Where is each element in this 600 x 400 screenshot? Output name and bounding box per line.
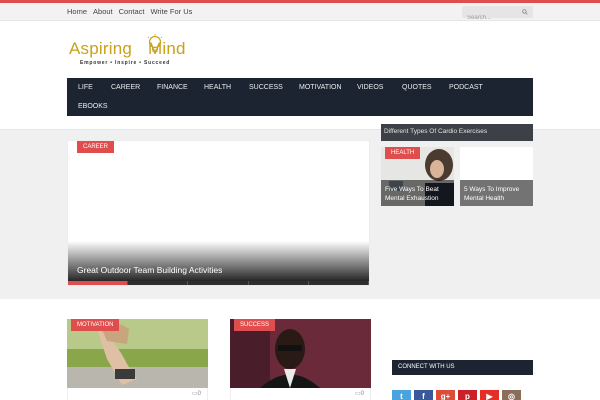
main-nav: LIFE CAREER FINANCE HEALTH SUCCESS MOTIV…	[67, 78, 533, 116]
nav-success[interactable]: SUCCESS	[249, 83, 283, 93]
post-category-badge[interactable]: SUCCESS	[234, 319, 276, 331]
slide-indicator[interactable]	[188, 281, 249, 285]
nav-career[interactable]: CAREER	[111, 83, 140, 93]
connect-widget-header: CONNECT WITH US	[392, 360, 533, 375]
search-input[interactable]	[462, 12, 520, 24]
nav-finance[interactable]: FINANCE	[157, 83, 188, 93]
google-plus-button[interactable]: g+	[436, 390, 455, 400]
top-nav-write-for-us[interactable]: Write For Us	[150, 6, 192, 18]
comment-count-value: 0	[360, 391, 364, 397]
nav-quotes[interactable]: QUOTES	[402, 83, 432, 93]
logo-text: Aspiring Mind	[69, 39, 186, 59]
nav-life[interactable]: LIFE	[78, 83, 93, 93]
post-card-footer: ▭0	[67, 388, 208, 400]
nav-health[interactable]: HEALTH	[204, 83, 231, 93]
nav-ebooks[interactable]: EBOOKS	[78, 102, 108, 112]
comment-count-value: 0	[197, 391, 201, 397]
top-nav-contact[interactable]: Contact	[119, 6, 145, 18]
top-nav: Home About Contact Write For Us	[67, 6, 192, 18]
side-category-badge[interactable]: HEALTH	[385, 147, 421, 159]
top-nav-home[interactable]: Home	[67, 6, 87, 18]
youtube-button[interactable]: ▶	[480, 390, 499, 400]
instagram-button[interactable]: ◎	[502, 390, 521, 400]
side-card-title[interactable]: Five Ways To Beat Mental Exhaustion	[385, 185, 454, 203]
comment-count[interactable]: ▭0	[192, 390, 201, 397]
side-post-card[interactable]: HEALTH Five Ways To Beat Mental Exhausti…	[381, 147, 454, 206]
comment-count[interactable]: ▭0	[355, 390, 364, 397]
pinterest-button[interactable]: p	[458, 390, 477, 400]
side-post-title: Different Types Of Cardio Exercises	[384, 128, 488, 135]
youtube-icon: ▶	[486, 392, 493, 400]
featured-title[interactable]: Great Outdoor Team Building Activities	[77, 265, 222, 275]
side-card-title[interactable]: 5 Ways To Improve Mental Health	[464, 185, 533, 203]
side-post-card[interactable]: 5 Ways To Improve Mental Health	[460, 147, 533, 206]
search-box	[462, 6, 533, 24]
post-card[interactable]: MOTIVATION	[67, 319, 208, 388]
top-bar: Home About Contact Write For Us	[0, 0, 600, 24]
connect-title: CONNECT WITH US	[398, 364, 455, 370]
slide-indicator[interactable]	[249, 281, 309, 285]
featured-gradient	[68, 241, 369, 281]
slide-indicator[interactable]	[309, 281, 370, 285]
nav-videos[interactable]: VIDEOS	[357, 83, 383, 93]
search-icon[interactable]	[522, 9, 528, 15]
post-card-footer: ▭0	[230, 388, 371, 400]
twitter-icon: t	[400, 392, 403, 400]
featured-slide[interactable]: CAREER Great Outdoor Team Building Activ…	[67, 140, 370, 286]
slide-indicator[interactable]	[128, 281, 189, 285]
nav-motivation[interactable]: MOTIVATION	[299, 83, 342, 93]
logo-tagline: Empower • Inspire • Succeed	[80, 60, 171, 66]
facebook-icon: f	[422, 392, 425, 400]
top-nav-about[interactable]: About	[93, 6, 113, 18]
slide-indicator[interactable]	[68, 281, 129, 285]
slider-progress	[68, 281, 370, 285]
post-category-badge[interactable]: MOTIVATION	[71, 319, 120, 331]
twitter-button[interactable]: t	[392, 390, 411, 400]
logo-word-aspiring: Aspiring	[69, 39, 133, 58]
pinterest-icon: p	[465, 392, 470, 400]
side-post-strip[interactable]: Different Types Of Cardio Exercises	[381, 124, 533, 141]
lightbulb-icon	[147, 34, 163, 52]
instagram-icon: ◎	[508, 392, 515, 400]
post-card[interactable]: SUCCESS	[230, 319, 371, 388]
nav-podcast[interactable]: PODCAST	[449, 83, 483, 93]
featured-category-badge[interactable]: CAREER	[77, 141, 115, 153]
facebook-button[interactable]: f	[414, 390, 433, 400]
google-plus-icon: g+	[440, 392, 451, 400]
site-logo[interactable]: Aspiring Mind Empower • Inspire • Succeed	[67, 34, 217, 70]
